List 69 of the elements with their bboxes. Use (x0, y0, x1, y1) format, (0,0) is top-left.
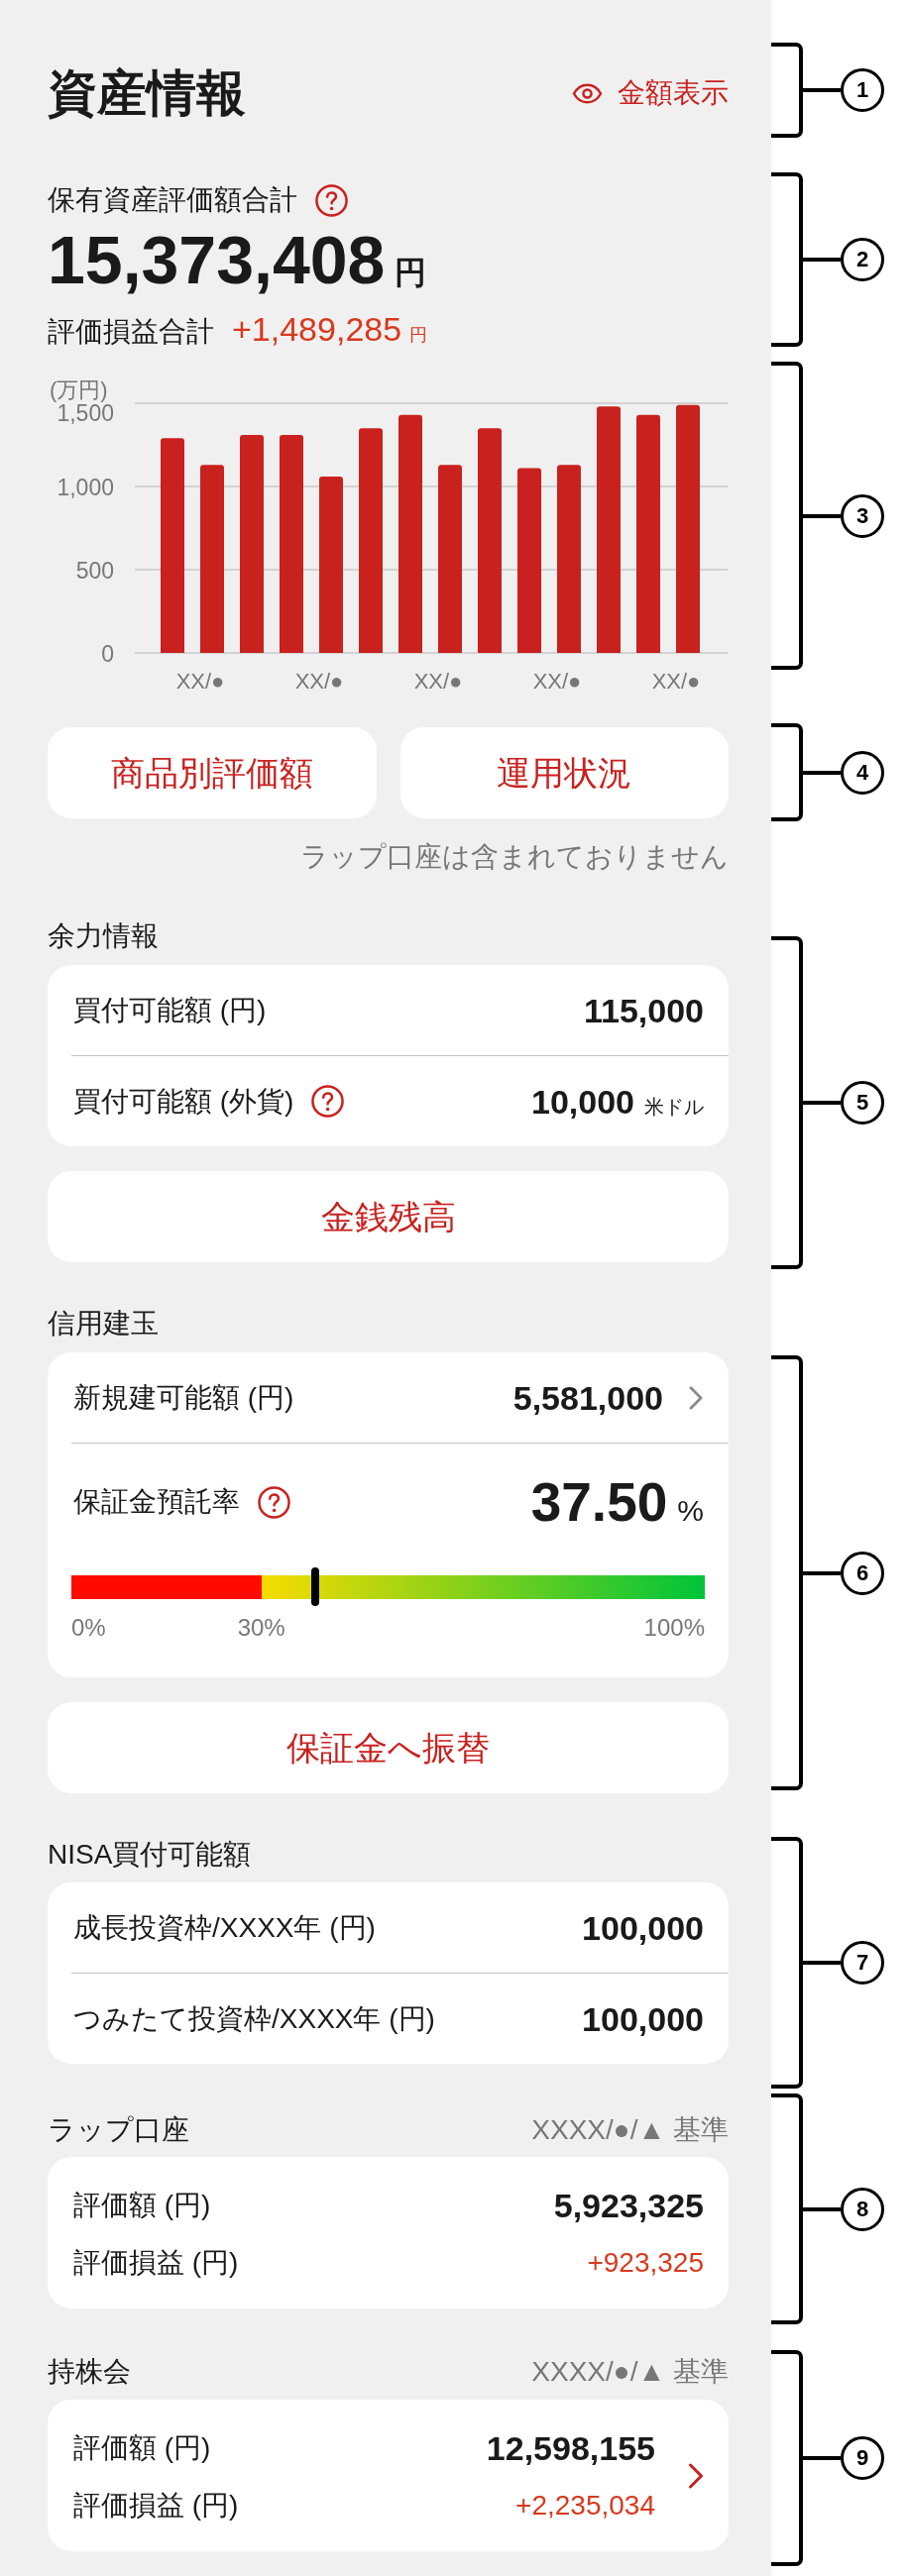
callout-number: 4 (841, 750, 884, 795)
unit-label: 米ドル (644, 1094, 704, 1119)
section-title: ラップ口座 (48, 2113, 189, 2147)
unit-label: 円 (395, 255, 427, 290)
row-label: 保証金預託率 (73, 1485, 240, 1519)
total-valuation-label: 保有資産評価額合計 (48, 183, 297, 217)
scale-label: 100% (643, 1614, 705, 1642)
y-tick-label: 1,000 (57, 475, 114, 500)
row-label: 買付可能額 (外貨) (73, 1084, 294, 1119)
x-tick-label: XX/● (294, 668, 344, 694)
nav-button[interactable]: 運用状況 (399, 727, 729, 818)
row-label: 成長投資枠/XXXX年 (円) (73, 1910, 376, 1945)
show-amounts-toggle[interactable]: 金額表示 (572, 75, 729, 111)
rate-value: 37.50 (530, 1472, 668, 1532)
section-title: 余力情報 (48, 919, 160, 953)
row-label: 評価損益 (円) (73, 2489, 239, 2522)
callout-number: 3 (841, 493, 884, 538)
note-text: ラップ口座は含まれておりません (299, 840, 729, 874)
callout-number: 5 (841, 1081, 884, 1125)
x-tick-label: XX/● (413, 668, 463, 694)
page-title: 資産情報 (48, 64, 246, 123)
chevron-icon[interactable] (688, 2463, 704, 2489)
pnl-value: +2,235,034 (515, 2489, 655, 2522)
chevron-icon[interactable] (688, 1385, 704, 1410)
row-label: 評価額 (円) (73, 2189, 211, 2222)
amount-value: 5,923,325 (553, 2186, 704, 2225)
row-label: 新規建可能額 (円) (73, 1380, 294, 1415)
row-label: 買付可能額 (円) (73, 993, 267, 1027)
callout-number: 2 (841, 238, 884, 281)
nav-button[interactable]: 商品別評価額 (48, 727, 377, 818)
x-tick-label: XX/● (532, 668, 582, 694)
y-tick-label: 0 (101, 641, 114, 667)
y-axis-title: (万円) (50, 376, 108, 402)
help-icon[interactable] (311, 1085, 345, 1118)
help-icon[interactable] (258, 1485, 290, 1519)
pnl-value: +923,325 (587, 2246, 704, 2280)
amount-value: 100,000 (582, 1907, 704, 1948)
help-icon[interactable] (315, 183, 348, 217)
amount-value: 12,598,155 (486, 2428, 655, 2468)
section-title: 信用建玉 (48, 1307, 160, 1341)
callout-number: 7 (841, 1941, 884, 1985)
callout-number: 8 (841, 2187, 884, 2231)
unit-label: 円 (409, 324, 428, 346)
amount-value: 5,581,000 (512, 1377, 663, 1418)
amount-value: 10,000 (531, 1081, 634, 1122)
unit-label: % (677, 1494, 704, 1528)
y-tick-label: 500 (75, 558, 114, 584)
x-tick-label: XX/● (175, 668, 225, 694)
section-title: 持株会 (48, 2355, 131, 2389)
as-of-date: XXXX/●/▲ 基準 (531, 2113, 729, 2147)
scale-label: 30% (237, 1614, 285, 1642)
as-of-date: XXXX/●/▲ 基準 (531, 2355, 729, 2389)
total-valuation-amount: 15,373,408 (48, 222, 386, 297)
x-tick-label: XX/● (651, 668, 701, 694)
pnl-value: +1,489,285 (232, 309, 402, 349)
margin-transfer-button[interactable]: 保証金へ振替 (48, 1702, 729, 1793)
section-title: NISA買付可能額 (48, 1838, 253, 1872)
callout-number: 6 (841, 1551, 884, 1595)
eye-icon (572, 82, 603, 104)
amount-value: 115,000 (583, 990, 704, 1030)
callout-number: 1 (841, 68, 884, 112)
scale-label: 0% (71, 1614, 106, 1642)
pnl-label: 評価損益合計 (48, 315, 214, 349)
row-label: 評価損益 (円) (73, 2246, 239, 2280)
row-label: つみたて投資枠/XXXX年 (円) (73, 2001, 435, 2036)
cash-balance-button[interactable]: 金銭残高 (48, 1171, 729, 1262)
row-label: 評価額 (円) (73, 2431, 211, 2465)
amount-value: 100,000 (582, 1998, 704, 2039)
callout-number: 9 (841, 2436, 884, 2480)
